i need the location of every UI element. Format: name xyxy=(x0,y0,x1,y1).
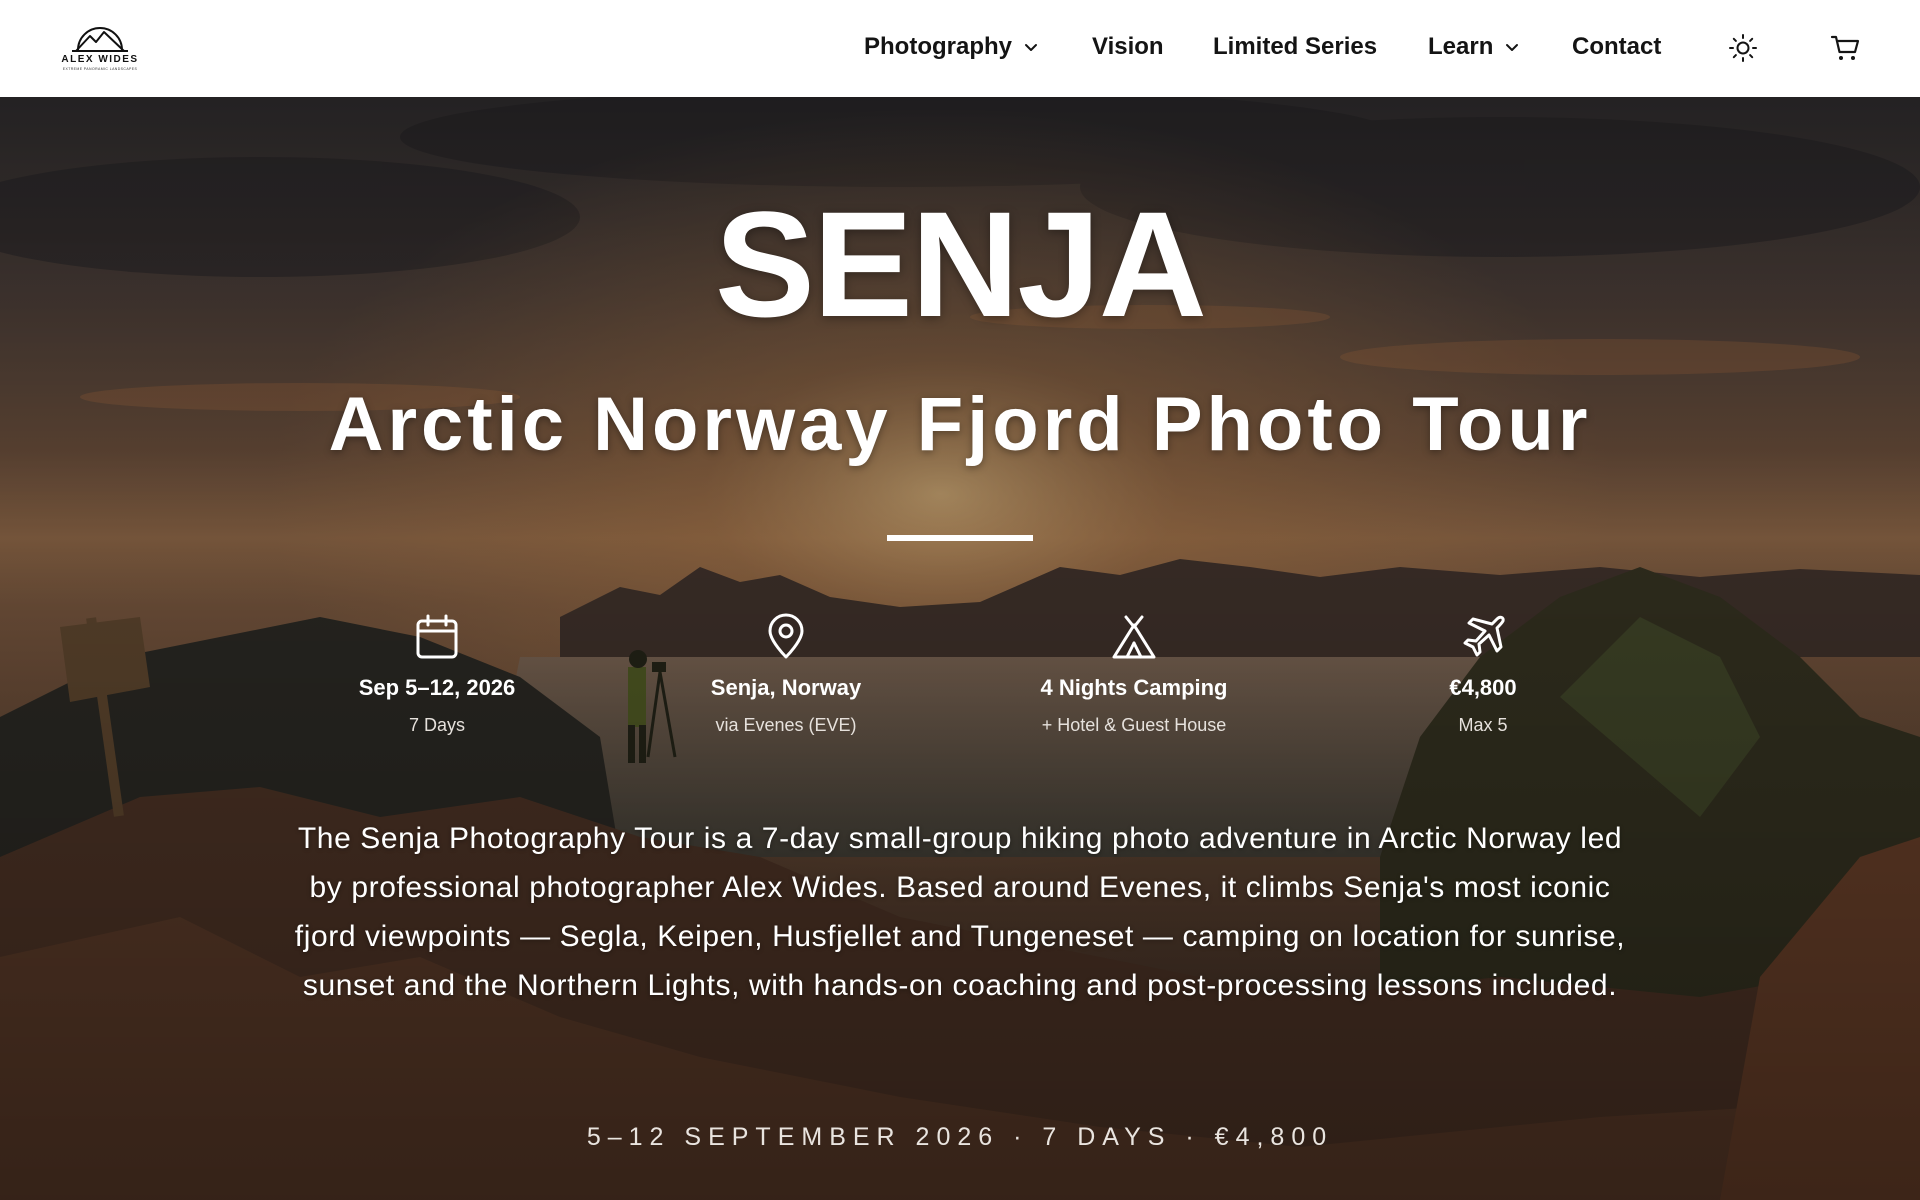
fact-sub-text: 7 Days xyxy=(408,715,466,735)
fact-main-text: Sep 5–12, 2026 xyxy=(358,675,516,700)
theme-toggle-button[interactable] xyxy=(1727,32,1759,64)
fact-sub-text: via Evenes (EVE) xyxy=(715,715,857,735)
nav-item-limited-series[interactable]: Limited Series xyxy=(1213,33,1377,61)
sun-icon xyxy=(1729,34,1757,62)
tour-facts: Sep 5–12, 2026 7 Days Senja, Norway via … xyxy=(0,613,1920,743)
fact-main-text: Senja, Norway xyxy=(710,675,862,700)
calendar-icon xyxy=(416,614,458,659)
tour-summary-tagline: 5–12 SEPTEMBER 2026 · 7 DAYS · €4,800 xyxy=(586,1123,1334,1151)
nav-item-label: Vision xyxy=(1092,33,1164,60)
plane-icon xyxy=(1463,615,1505,657)
nav-item-label: Contact xyxy=(1572,33,1662,60)
chevron-down-icon xyxy=(1025,44,1037,51)
mountain-logo-icon xyxy=(72,27,128,52)
tent-icon xyxy=(1112,615,1156,659)
hero-section: SENJA Arctic Norway Fjord Photo Tour Sep… xyxy=(0,97,1920,1200)
map-pin-icon xyxy=(768,613,804,659)
fact-sub-text: Max 5 xyxy=(1458,715,1508,735)
hero-title: SENJA xyxy=(714,180,1207,348)
fact-accommodation: 4 Nights Camping + Hotel & Guest House xyxy=(1004,613,1264,736)
nav-item-photography[interactable]: Photography xyxy=(864,33,1040,61)
cart-icon xyxy=(1830,35,1860,60)
nav-item-label: Learn xyxy=(1428,33,1494,60)
fact-price: €4,800 Max 5 xyxy=(1353,613,1613,736)
top-nav: ALEX WIDES EXTREME PANORAMIC LANDSCAPES … xyxy=(0,0,1920,97)
hero-content: SENJA Arctic Norway Fjord Photo Tour Sep… xyxy=(0,97,1920,1200)
fact-sub-text: + Hotel & Guest House xyxy=(1041,715,1227,735)
nav-item-learn[interactable]: Learn xyxy=(1428,33,1521,61)
cart-button[interactable] xyxy=(1830,32,1862,64)
brand-name: ALEX WIDES xyxy=(61,54,139,65)
chevron-down-icon xyxy=(1506,44,1519,51)
fact-dates: Sep 5–12, 2026 7 Days xyxy=(307,613,567,736)
tour-description: The Senja Photography Tour is a 7-day sm… xyxy=(294,822,1626,1002)
hero-subtitle: Arctic Norway Fjord Photo Tour xyxy=(328,382,1592,467)
nav-item-vision[interactable]: Vision xyxy=(1092,33,1164,61)
nav-item-label: Limited Series xyxy=(1213,33,1378,60)
brand-tagline: EXTREME PANORAMIC LANDSCAPES xyxy=(62,67,138,71)
nav-item-contact[interactable]: Contact xyxy=(1572,33,1661,61)
fact-main-text: 4 Nights Camping xyxy=(1040,675,1228,700)
brand-logo[interactable]: ALEX WIDES EXTREME PANORAMIC LANDSCAPES xyxy=(52,20,148,76)
fact-location: Senja, Norway via Evenes (EVE) xyxy=(656,613,916,736)
fact-main-text: €4,800 xyxy=(1449,675,1517,700)
nav-item-label: Photography xyxy=(864,33,1012,60)
hero-divider xyxy=(887,535,1033,541)
